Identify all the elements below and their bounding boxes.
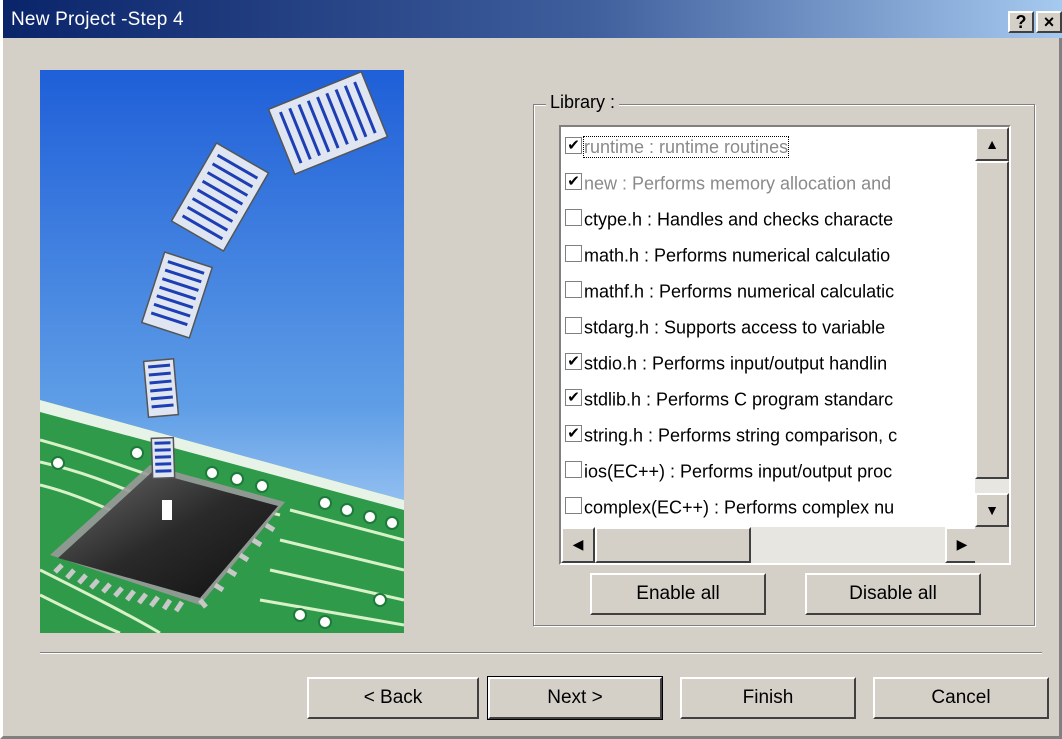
cancel-button[interactable]: Cancel [873,677,1049,719]
new-project-dialog: New Project -Step 4 ? × Library: ✔ runt… [0,0,1062,739]
vertical-scrollbar[interactable]: ▲ ▼ [975,127,1009,527]
checkbox[interactable] [565,280,582,298]
checkbox[interactable] [565,244,582,262]
library-item-label: ios(EC++) : Performs input/output proc [584,461,893,482]
checkbox[interactable]: ✔ [565,172,582,190]
library-item-label: complex(EC++) : Performs complex nu [584,497,895,518]
library-label: Library : [546,92,620,113]
horizontal-scrollbar[interactable]: ◀ ▶ [561,527,979,563]
separator [40,652,1042,654]
disable-all-button[interactable]: Disable all [805,573,981,615]
library-item-label: math.h : Performs numerical calculatio [584,245,891,266]
library-item-label: stdarg.h : Supports access to variable [584,317,886,338]
finish-button[interactable]: Finish [680,677,856,719]
checkbox[interactable]: ✔ [565,388,582,406]
library-list[interactable]: ✔ runtime : runtime routines ✔ new : Perfo… [559,125,1011,565]
checkbox[interactable]: ✔ [565,424,582,442]
library-item-label: runtime : runtime routines [582,136,790,159]
library-item-complex[interactable]: complex(EC++) : Performs complex nu [565,489,977,523]
library-item-ios[interactable]: ios(EC++) : Performs input/output proc [565,453,977,487]
scroll-right-arrow-icon[interactable]: ▶ [945,527,979,563]
library-item-label: stdlib.h : Performs C program standarc [584,389,894,410]
next-button[interactable]: Next > [487,676,663,720]
wizard-illustration [40,70,404,633]
title-bar[interactable]: New Project -Step 4 ? × [3,0,1062,38]
library-item-label: ctype.h : Handles and checks characte [584,209,894,230]
library-item-mathf[interactable]: mathf.h : Performs numerical calculatic [565,273,977,307]
vertical-scroll-thumb[interactable] [975,161,1009,479]
checkbox[interactable] [565,460,582,478]
scroll-left-arrow-icon[interactable]: ◀ [561,527,595,563]
library-item-stdlib[interactable]: ✔ stdlib.h : Performs C program standarc [565,381,977,415]
scroll-down-arrow-icon[interactable]: ▼ [975,493,1009,527]
close-button[interactable]: × [1036,11,1062,33]
library-item-stdarg[interactable]: stdarg.h : Supports access to variable [565,309,977,343]
enable-all-button[interactable]: Enable all [590,573,766,615]
library-item-ctype[interactable]: ctype.h : Handles and checks characte [565,201,977,235]
scrollbar-corner [975,527,1009,563]
back-button[interactable]: < Back [307,677,479,719]
window-title: New Project -Step 4 [11,9,184,30]
library-list-items: ✔ runtime : runtime routines ✔ new : Perfo… [561,127,979,527]
scroll-up-arrow-icon[interactable]: ▲ [975,127,1009,161]
library-item-string[interactable]: ✔ string.h : Performs string comparison, … [565,417,977,451]
library-item-label: string.h : Performs string comparison, c [584,425,898,446]
library-item-label: new : Performs memory allocation and [584,173,892,194]
library-item-label: stdio.h : Performs input/output handlin [584,353,888,374]
checkbox[interactable] [565,208,582,226]
horizontal-scroll-thumb[interactable] [595,527,751,563]
help-button[interactable]: ? [1008,11,1034,33]
checkbox[interactable]: ✔ [565,136,582,154]
library-item-label: mathf.h : Performs numerical calculatic [584,281,895,302]
library-item-runtime[interactable]: ✔ runtime : runtime routines [565,129,977,163]
library-item-new[interactable]: ✔ new : Performs memory allocation and [565,165,977,199]
checkbox[interactable]: ✔ [565,352,582,370]
checkbox[interactable] [565,496,582,514]
library-item-math[interactable]: math.h : Performs numerical calculatio [565,237,977,271]
library-item-stdio[interactable]: ✔ stdio.h : Performs input/output handlin [565,345,977,379]
checkbox[interactable] [565,316,582,334]
